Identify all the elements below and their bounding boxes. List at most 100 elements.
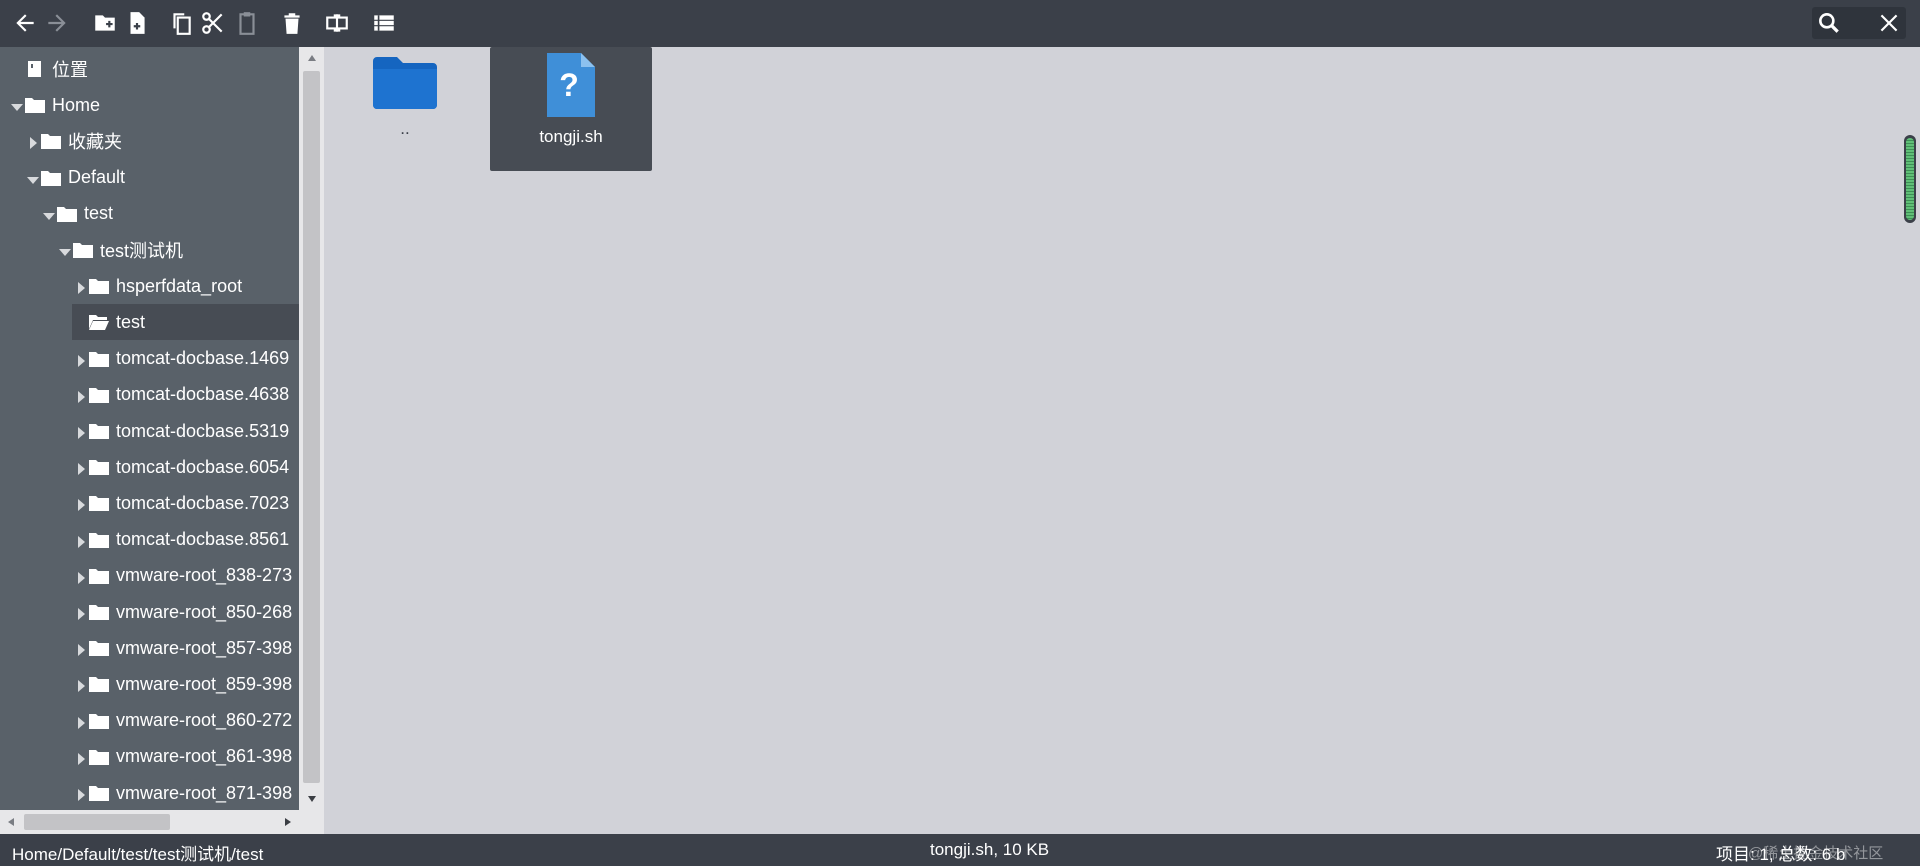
paste-button[interactable] — [232, 8, 262, 38]
tree-item[interactable]: tomcat-docbase.7023 — [0, 485, 299, 521]
tree-item-label: vmware-root_857-398 — [116, 637, 293, 658]
rename-button[interactable] — [322, 8, 352, 38]
chevron-right-icon[interactable] — [74, 352, 88, 367]
file-item-parent-folder[interactable]: .. — [324, 47, 486, 171]
folder-icon — [89, 641, 109, 657]
tree-item-label: vmware-root_859-398 — [116, 673, 293, 694]
scroll-left-arrow-icon[interactable] — [0, 810, 22, 834]
unknown-file-icon: ? — [547, 53, 595, 117]
scrollbar-thumb[interactable] — [303, 71, 320, 783]
folder-icon — [89, 424, 109, 439]
chevron-right-icon[interactable] — [74, 424, 88, 439]
tree-item-label: tomcat-docbase.4638 — [116, 384, 290, 405]
forward-button[interactable] — [42, 8, 72, 38]
scrollbar-thumb[interactable] — [24, 814, 170, 830]
list-icon — [374, 15, 394, 31]
chevron-right-icon[interactable] — [74, 533, 88, 548]
close-icon[interactable] — [1876, 10, 1902, 36]
folder-icon — [89, 387, 109, 403]
chevron-right-icon[interactable] — [74, 641, 88, 657]
scroll-up-arrow-icon[interactable] — [299, 47, 324, 69]
tree-item[interactable]: Home — [0, 87, 299, 123]
chevron-right-icon[interactable] — [74, 750, 88, 765]
search-input[interactable] — [1846, 11, 1870, 35]
chevron-right-icon[interactable] — [74, 677, 88, 693]
tree-item[interactable]: vmware-root_861-398 — [0, 739, 299, 775]
chevron-right-icon[interactable] — [74, 496, 88, 512]
tree-item[interactable]: vmware-root_871-398 — [0, 775, 299, 810]
chevron-right-icon[interactable] — [74, 714, 88, 729]
folder-icon — [89, 749, 109, 765]
tree-item[interactable]: test — [0, 196, 299, 232]
new-folder-button[interactable] — [90, 8, 120, 38]
folder-plus-icon — [95, 15, 115, 31]
sidebar: 位置 Home 收藏夹 Default test test测试机 hsperfdata_ro… — [0, 47, 324, 834]
tree-item[interactable]: Default — [0, 160, 299, 196]
tree-item-label: vmware-root_838-273 — [116, 565, 293, 586]
tree-item-label: test — [116, 311, 146, 332]
tree-item[interactable]: tomcat-docbase.4638 — [0, 377, 299, 413]
tree-item[interactable]: tomcat-docbase.1469 — [0, 341, 299, 377]
scroll-down-arrow-icon[interactable] — [299, 788, 324, 810]
chevron-down-icon[interactable] — [42, 207, 56, 221]
chevron-right-icon[interactable] — [26, 134, 40, 150]
chevron-right-icon[interactable] — [74, 605, 88, 620]
tree-item-label: vmware-root_850-268 — [116, 601, 293, 622]
tree-item-label: tomcat-docbase.6054 — [116, 456, 290, 477]
chevron-right-icon[interactable] — [74, 279, 88, 295]
status-bar: Home/Default/test/test测试机/test tongji.sh… — [0, 834, 1920, 866]
chevron-right-icon[interactable] — [74, 388, 88, 403]
folder-icon — [89, 677, 109, 693]
tree-item[interactable]: vmware-root_850-268 — [0, 594, 299, 630]
tree-item[interactable]: vmware-root_857-398 — [0, 630, 299, 666]
tree-item[interactable]: tomcat-docbase.5319 — [0, 413, 299, 449]
tree-item-label: 收藏夹 — [68, 132, 122, 153]
tree-item[interactable]: tomcat-docbase.8561 — [0, 522, 299, 558]
back-button[interactable] — [10, 8, 40, 38]
tree-item-label: Default — [68, 167, 126, 188]
folder-icon — [57, 206, 77, 222]
chevron-right-icon[interactable] — [74, 786, 88, 801]
file-view: .. ? tongji.sh — [324, 47, 1920, 834]
tree-item[interactable]: vmware-root_838-273 — [0, 558, 299, 594]
folder-icon — [73, 243, 93, 258]
chevron-down-icon[interactable] — [26, 171, 40, 185]
folder-icon — [373, 57, 437, 109]
overview-scrollbar[interactable] — [1904, 135, 1916, 223]
copy-button[interactable] — [166, 8, 196, 38]
arrow-right-icon — [48, 14, 66, 32]
cut-button[interactable] — [198, 8, 228, 38]
search-box — [1812, 7, 1906, 39]
delete-button[interactable] — [277, 8, 307, 38]
scroll-right-arrow-icon[interactable] — [277, 810, 299, 834]
tree-item[interactable]: hsperfdata_root — [0, 268, 299, 304]
svg-text:?: ? — [559, 67, 579, 103]
folder-icon — [41, 134, 61, 150]
tree-item[interactable]: 位置 — [0, 51, 299, 87]
tree-item[interactable]: test — [72, 304, 299, 341]
sidebar-vertical-scrollbar[interactable] — [299, 47, 324, 810]
chevron-down-icon[interactable] — [58, 243, 72, 257]
chevron-right-icon[interactable] — [74, 569, 88, 584]
tree-item[interactable]: vmware-root_859-398 — [0, 666, 299, 702]
file-item-tongji-sh[interactable]: ? tongji.sh — [490, 47, 652, 171]
folder-icon — [89, 351, 109, 367]
tree-item-label: test — [84, 203, 114, 224]
sidebar-horizontal-scrollbar[interactable] — [0, 810, 299, 834]
view-mode-button[interactable] — [369, 8, 399, 38]
folder-open-icon — [89, 315, 109, 331]
tree-item[interactable]: 收藏夹 — [0, 123, 299, 159]
tree-item[interactable]: vmware-root_860-272 — [0, 703, 299, 739]
tree-item[interactable]: test测试机 — [0, 232, 299, 268]
tree-item[interactable]: tomcat-docbase.6054 — [0, 449, 299, 485]
trash-icon — [284, 13, 300, 34]
tree-item-label: hsperfdata_root — [116, 275, 243, 296]
chevron-right-icon[interactable] — [74, 460, 88, 476]
clipboard-icon — [239, 12, 255, 35]
arrow-left-icon — [16, 14, 34, 32]
chevron-down-icon[interactable] — [10, 98, 24, 112]
copy-icon — [173, 13, 191, 35]
location-book-icon — [28, 61, 41, 77]
new-file-button[interactable] — [122, 8, 152, 38]
